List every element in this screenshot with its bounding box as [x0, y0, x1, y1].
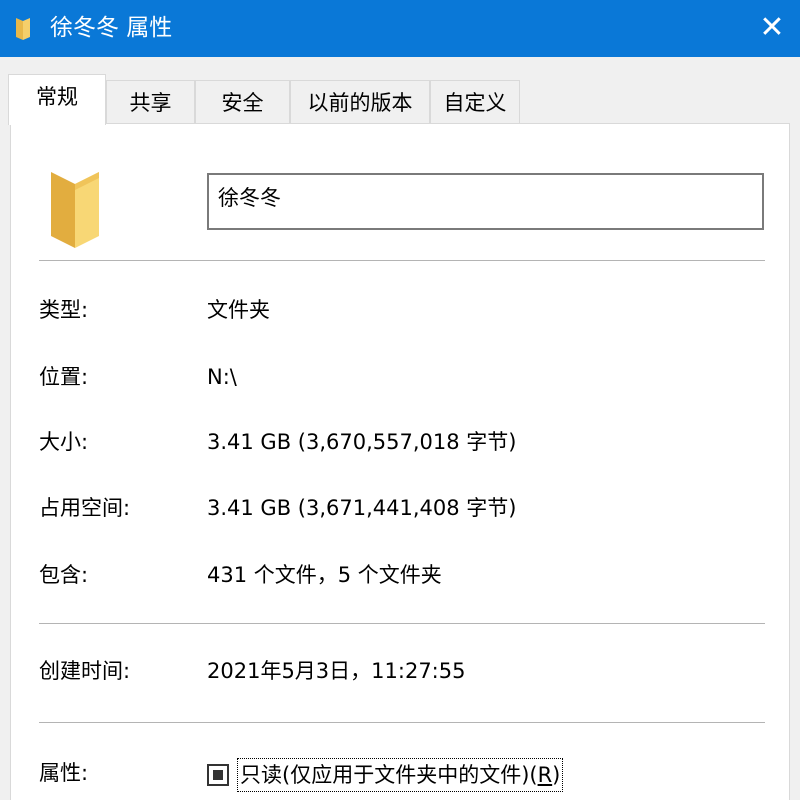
- tab-previous-versions[interactable]: 以前的版本: [290, 80, 430, 124]
- readonly-checkbox-label[interactable]: 只读(仅应用于文件夹中的文件)(R): [237, 758, 564, 792]
- checkbox-indeterminate-mark: [213, 770, 223, 780]
- folder-name-input[interactable]: 徐冬冬: [207, 173, 764, 230]
- folder-icon: [51, 172, 99, 248]
- readonly-checkbox[interactable]: [207, 764, 229, 786]
- tab-label: 自定义: [443, 91, 507, 115]
- tab-label: 以前的版本: [307, 91, 413, 115]
- tab-sharing[interactable]: 共享: [106, 80, 195, 124]
- tab-security[interactable]: 安全: [195, 80, 290, 124]
- disk-size-value: 3.41 GB (3,671,441,408 字节): [207, 496, 517, 520]
- readonly-label-text: 只读(仅应用于文件夹中的文件)(: [240, 763, 538, 787]
- created-value: 2021年5月3日，11:27:55: [207, 659, 466, 683]
- general-panel: 徐冬冬 类型: 文件夹 位置: N:\ 大小: 3.41 GB (3,670,5…: [10, 123, 790, 800]
- tab-label: 共享: [129, 91, 172, 115]
- title-bar[interactable]: 徐冬冬 属性 ✕: [0, 0, 800, 57]
- separator: [39, 623, 765, 624]
- close-icon: ✕: [759, 10, 785, 45]
- readonly-hotkey: R: [537, 763, 553, 787]
- attributes-label: 属性:: [39, 761, 89, 785]
- window-title: 徐冬冬 属性: [50, 15, 173, 41]
- separator: [39, 260, 765, 261]
- tab-label: 安全: [221, 91, 264, 115]
- tab-customize[interactable]: 自定义: [430, 80, 520, 124]
- close-button[interactable]: ✕: [744, 0, 800, 57]
- size-value: 3.41 GB (3,670,557,018 字节): [207, 430, 517, 454]
- type-value: 文件夹: [207, 298, 270, 322]
- contains-label: 包含:: [39, 563, 89, 587]
- tab-general[interactable]: 常规: [8, 74, 106, 125]
- location-label: 位置:: [39, 365, 89, 389]
- contains-value: 431 个文件，5 个文件夹: [207, 563, 442, 587]
- location-value: N:\: [207, 365, 237, 389]
- tab-label: 常规: [36, 85, 78, 109]
- created-label: 创建时间:: [39, 659, 131, 683]
- folder-icon: [16, 18, 30, 40]
- size-label: 大小:: [39, 430, 89, 454]
- tab-strip: 常规 共享 安全 以前的版本 自定义: [8, 74, 792, 125]
- separator: [39, 722, 765, 723]
- readonly-label-suffix: ): [552, 763, 561, 787]
- disk-size-label: 占用空间:: [39, 496, 131, 520]
- type-label: 类型:: [39, 298, 89, 322]
